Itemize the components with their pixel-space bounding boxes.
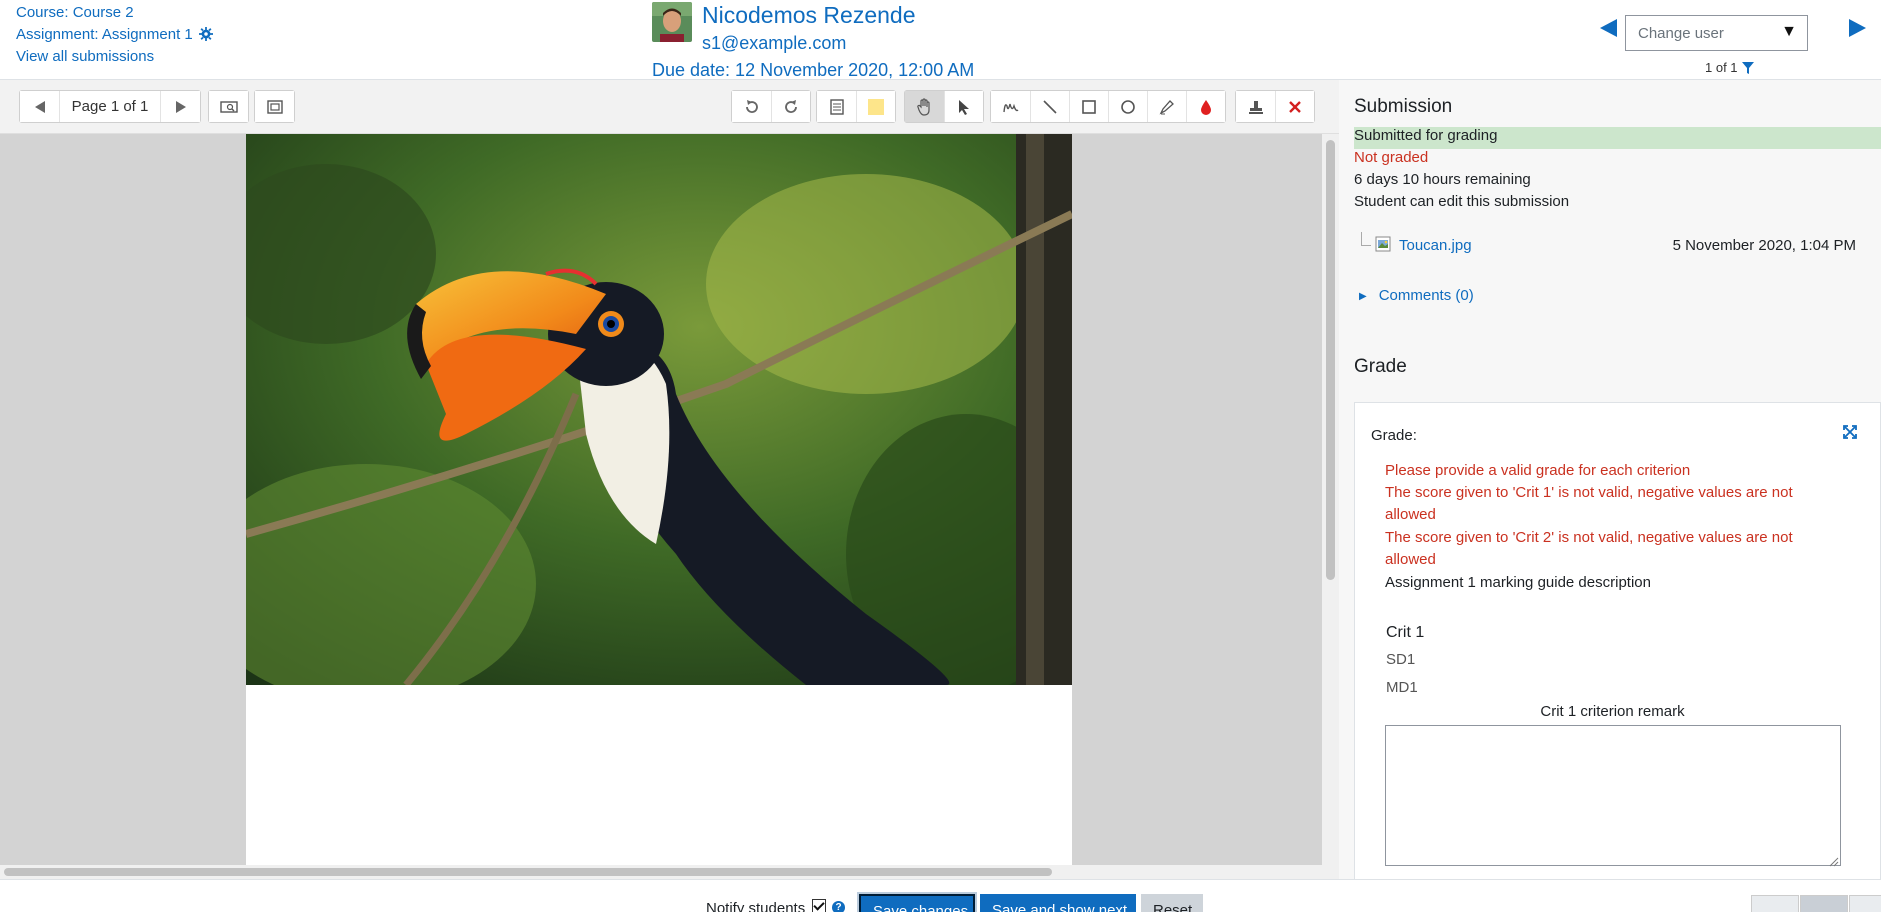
line-tool-icon[interactable] [1030,91,1069,122]
submission-status: Submitted for grading [1354,127,1881,149]
page-navigation: Page 1 of 1 [19,90,201,123]
horizontal-scrollbar[interactable] [0,865,1322,879]
view-all-submissions-link[interactable]: View all submissions [16,48,154,65]
next-user-arrow-icon[interactable] [1848,16,1868,40]
vertical-scrollbar[interactable] [1322,134,1339,879]
user-count-text: 1 of 1 [1705,60,1738,75]
stamp-group [1235,90,1315,123]
filter-icon[interactable] [1738,60,1754,75]
annotation-color-icon[interactable] [1186,91,1225,122]
annotation-toolbar: Page 1 of 1 [0,80,1339,134]
expand-comments-group [254,90,295,123]
select-group [904,90,984,123]
user-count: 1 of 1 [1705,60,1754,75]
expand-comments-icon[interactable] [255,91,294,122]
assignment-link[interactable]: Assignment: Assignment 1 [16,26,193,43]
assignment-row: Assignment: Assignment 1 [16,26,213,45]
notify-students-checkbox[interactable] [812,899,826,912]
resize-grip-icon[interactable] [1829,854,1839,872]
comments-toggle[interactable]: ▶ Comments (0) [1359,287,1474,304]
comment-tool-icon[interactable] [817,91,856,122]
marking-guide-description: Assignment 1 marking guide description [1385,574,1651,591]
submitted-file: Toucan.jpg 5 November 2020, 1:04 PM [1361,232,1856,258]
layout-default-button[interactable] [1800,895,1848,912]
criterion-marker-description: MD1 [1386,679,1418,696]
rotate-left-icon[interactable] [732,91,771,122]
comment-color-icon[interactable] [856,91,895,122]
highlighter-tool-icon[interactable] [1147,91,1186,122]
stamp-tool-icon[interactable] [1236,91,1275,122]
course-link[interactable]: Course: Course 2 [16,4,134,21]
student-name[interactable]: Nicodemos Rezende [702,2,916,29]
comments-link[interactable]: Comments (0) [1379,287,1474,304]
tree-connector [1361,232,1371,246]
submission-heading: Submission [1354,96,1453,117]
page-select[interactable]: Page 1 of 1 [59,91,161,122]
next-page-button[interactable] [161,91,200,122]
vertical-scroll-thumb[interactable] [1326,140,1335,580]
rotate-right-icon[interactable] [771,91,810,122]
reset-button[interactable]: Reset [1141,894,1203,912]
error-message: The score given to 'Crit 2' is not valid… [1385,529,1793,568]
pen-tool-icon[interactable] [991,91,1030,122]
drawing-tools-group [990,90,1226,123]
previous-page-button[interactable] [20,91,59,122]
due-date: Due date: 12 November 2020, 12:00 AM [652,60,975,80]
fullscreen-expand-icon[interactable] [1843,425,1857,444]
error-message: Please provide a valid grade for each cr… [1385,462,1691,479]
notify-students-label: Notify students [706,900,806,912]
rectangle-tool-icon[interactable] [1069,91,1108,122]
select-pointer-icon[interactable] [944,91,983,122]
comment-group [816,90,896,123]
dropdown-caret-icon: ▼ [1781,23,1797,40]
criterion-remark-input[interactable] [1385,725,1841,866]
document-viewer[interactable] [0,134,1339,879]
save-changes-button[interactable]: Save changes [859,894,975,912]
change-user-placeholder: Change user [1638,25,1724,42]
file-date: 5 November 2020, 1:04 PM [1672,237,1856,254]
toucan-image [246,134,1072,685]
criterion-name: Crit 1 [1386,624,1425,641]
criterion-remark-label: Crit 1 criterion remark [1540,703,1685,720]
criterion-student-description: SD1 [1386,651,1416,668]
expand-triangle-icon: ▶ [1359,291,1367,302]
student-email[interactable]: s1@example.com [702,33,846,54]
save-and-show-next-button[interactable]: Save and show next [980,894,1136,912]
rotate-group [731,90,811,123]
change-user-select[interactable]: Change user ▼ [1625,15,1808,51]
layout-collapse-grade-button[interactable] [1849,895,1881,912]
grading-status: Not graded [1354,149,1429,166]
grade-form: Grade: Please provide a valid grade for … [1354,402,1881,879]
error-message: The score given to 'Crit 1' is not valid… [1385,484,1793,523]
grade-label: Grade: [1371,427,1417,444]
horizontal-scroll-thumb[interactable] [4,868,1052,876]
previous-user-arrow-icon[interactable] [1598,16,1618,40]
search-comments-group [208,90,249,123]
file-link[interactable]: Toucan.jpg [1399,237,1472,254]
help-icon[interactable]: ? [832,901,845,912]
pan-hand-icon[interactable] [905,91,944,122]
search-comments-icon[interactable] [209,91,248,122]
edit-status: Student can edit this submission [1354,193,1570,210]
document-page[interactable] [246,134,1072,865]
delete-annotation-icon[interactable] [1275,91,1314,122]
time-remaining: 6 days 10 hours remaining [1354,171,1531,188]
grader-header: Course: Course 2 Assignment: Assignment … [0,0,1881,80]
grading-actions: Notify students ? Save changes Save and … [0,879,1881,912]
layout-collapse-review-button[interactable] [1751,895,1799,912]
grade-heading: Grade [1354,356,1407,377]
gear-icon[interactable] [198,27,213,45]
avatar[interactable] [652,2,692,42]
oval-tool-icon[interactable] [1108,91,1147,122]
image-file-icon [1375,236,1391,256]
grading-panel: Submission Submitted for grading Not gra… [1339,80,1881,879]
